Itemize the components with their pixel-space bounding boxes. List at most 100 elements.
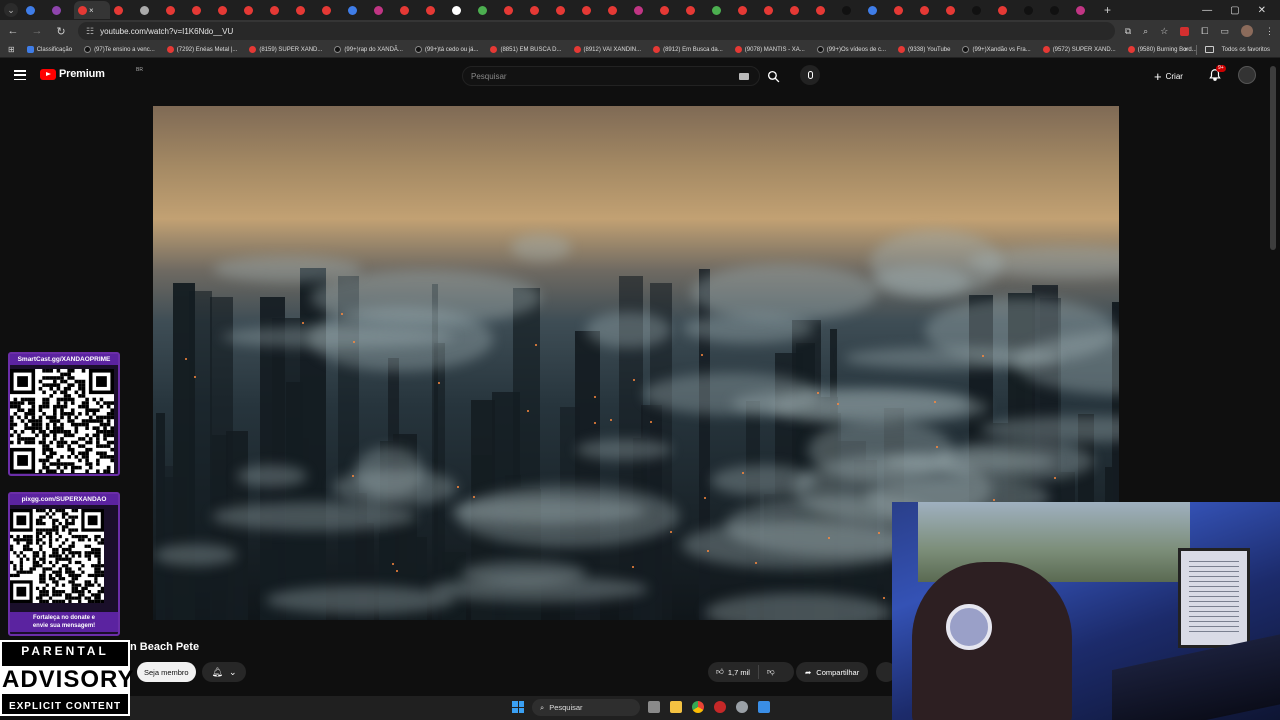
tab-active[interactable]: × (74, 1, 110, 19)
forward-arrow-icon[interactable]: → (30, 25, 44, 37)
account-avatar[interactable] (1238, 66, 1256, 84)
tab[interactable] (552, 1, 578, 19)
zoom-icon[interactable]: ⌕ (1143, 26, 1148, 37)
tab[interactable] (786, 1, 812, 19)
youtube-premium-logo[interactable]: Premium BR (40, 67, 143, 80)
search-input[interactable]: Pesquisar (462, 66, 760, 86)
tab[interactable] (526, 1, 552, 19)
tab[interactable] (162, 1, 188, 19)
search-button[interactable] (764, 67, 782, 85)
minimize-button[interactable]: — (1202, 5, 1212, 16)
tab[interactable] (968, 1, 994, 19)
bookmark-item[interactable]: (9572) SUPER XAND... (1042, 46, 1116, 53)
extensions-puzzle-icon[interactable]: ⧠ (1201, 26, 1208, 37)
settings-gear-icon[interactable] (736, 701, 748, 713)
bookmark-item[interactable]: (7292) Enéas Metal |... (166, 46, 237, 53)
tab[interactable] (344, 1, 370, 19)
site-info-icon[interactable]: ☷ (86, 26, 94, 37)
tab[interactable] (1046, 1, 1072, 19)
tab[interactable] (760, 1, 786, 19)
bookmark-item[interactable]: (8912) Em Busca da... (653, 46, 723, 53)
maximize-button[interactable]: ▢ (1230, 5, 1239, 16)
more-bookmarks-icon[interactable]: » (1184, 47, 1187, 53)
tab-search-icon[interactable]: ⌄ (4, 3, 18, 17)
tab[interactable] (318, 1, 344, 19)
tab[interactable] (734, 1, 760, 19)
task-view-icon[interactable] (648, 701, 660, 713)
tab[interactable] (656, 1, 682, 19)
tab[interactable] (48, 1, 74, 19)
back-arrow-icon[interactable]: ← (6, 25, 20, 37)
tab[interactable] (422, 1, 448, 19)
tab[interactable] (942, 1, 968, 19)
tab[interactable] (370, 1, 396, 19)
voice-search-button[interactable] (800, 65, 820, 85)
bookmark-item[interactable]: (99+)Os vídeos de c... (816, 46, 886, 53)
tab[interactable] (188, 1, 214, 19)
join-member-button[interactable]: Seja membro (137, 662, 196, 682)
file-explorer-icon[interactable] (670, 701, 682, 713)
tab[interactable] (240, 1, 266, 19)
tab[interactable] (22, 1, 48, 19)
app-icon[interactable] (714, 701, 726, 713)
tab[interactable] (136, 1, 162, 19)
tab[interactable] (890, 1, 916, 19)
tab[interactable] (110, 1, 136, 19)
tab[interactable] (994, 1, 1020, 19)
tab[interactable] (292, 1, 318, 19)
tab[interactable] (630, 1, 656, 19)
dislike-button[interactable]: 👎︎ (759, 667, 783, 677)
browser-menu-icon[interactable]: ⋮ (1265, 26, 1274, 37)
reload-icon[interactable]: ↻ (54, 25, 68, 38)
bookmark-item[interactable]: (99+)tá cedo ou já... (414, 46, 478, 53)
bookmark-star-icon[interactable]: ☆ (1160, 26, 1168, 37)
tab[interactable] (838, 1, 864, 19)
tab[interactable] (396, 1, 422, 19)
tab[interactable] (214, 1, 240, 19)
keyboard-icon[interactable] (739, 73, 749, 80)
bookmark-item[interactable]: (9078) MANTIS - XA... (734, 46, 805, 53)
tab[interactable] (500, 1, 526, 19)
menu-icon[interactable] (14, 70, 26, 80)
chrome-icon[interactable] (692, 701, 704, 713)
bookmark-item[interactable]: (8851) EM BUSCA D... (490, 46, 562, 53)
share-button[interactable]: ➦ Compartilhar (796, 662, 869, 682)
windows-start-icon[interactable] (512, 701, 524, 713)
sidebar-icon[interactable]: ▭ (1220, 26, 1229, 37)
youtube-icon (734, 46, 742, 53)
like-button[interactable]: 👍︎ 1,7 mil (708, 665, 759, 679)
tab[interactable] (266, 1, 292, 19)
tab[interactable] (708, 1, 734, 19)
tab[interactable] (812, 1, 838, 19)
tab[interactable] (1072, 1, 1098, 19)
close-window-button[interactable]: ✕ (1258, 5, 1266, 16)
bookmark-item[interactable]: (99+)rap do XANDÃ... (334, 46, 403, 53)
bookmark-item[interactable]: (8159) SUPER XAND... (249, 46, 322, 53)
bookmark-item[interactable]: (9338) YouTube (898, 46, 950, 53)
bookmark-item[interactable]: (97)Te ensino a venc... (84, 46, 155, 53)
extension-icon[interactable] (1180, 26, 1190, 36)
address-bar[interactable]: ☷ youtube.com/watch?v=I1K6Ndo__VU (78, 22, 1115, 40)
tab[interactable] (682, 1, 708, 19)
taskbar-search[interactable]: ⌕ Pesquisar (532, 699, 640, 716)
install-app-icon[interactable]: ⧉ (1125, 26, 1131, 37)
page-scrollbar[interactable] (1270, 66, 1276, 250)
app-icon-blue[interactable] (758, 701, 770, 713)
bookmark-item[interactable]: (99+)Xandão vs Fra... (962, 46, 1031, 53)
bookmark-item[interactable]: (8912) VAI XANDIN... (573, 46, 641, 53)
bookmark-item[interactable]: Classificação (26, 46, 72, 53)
tab[interactable] (604, 1, 630, 19)
tab[interactable] (578, 1, 604, 19)
subscription-notifications-button[interactable]: 🔔︎ ⌄ (202, 662, 246, 682)
create-button[interactable]: + Criar (1154, 66, 1183, 86)
close-tab-icon[interactable]: × (89, 6, 94, 15)
all-bookmarks-link[interactable]: Todos os favoritos (1222, 47, 1270, 53)
tab[interactable] (474, 1, 500, 19)
new-tab-button[interactable]: + (1104, 3, 1111, 17)
tab[interactable] (448, 1, 474, 19)
tab[interactable] (1020, 1, 1046, 19)
tab[interactable] (916, 1, 942, 19)
apps-grid-icon[interactable]: ⊞ (8, 45, 15, 54)
tab[interactable] (864, 1, 890, 19)
profile-avatar[interactable] (1241, 25, 1253, 37)
